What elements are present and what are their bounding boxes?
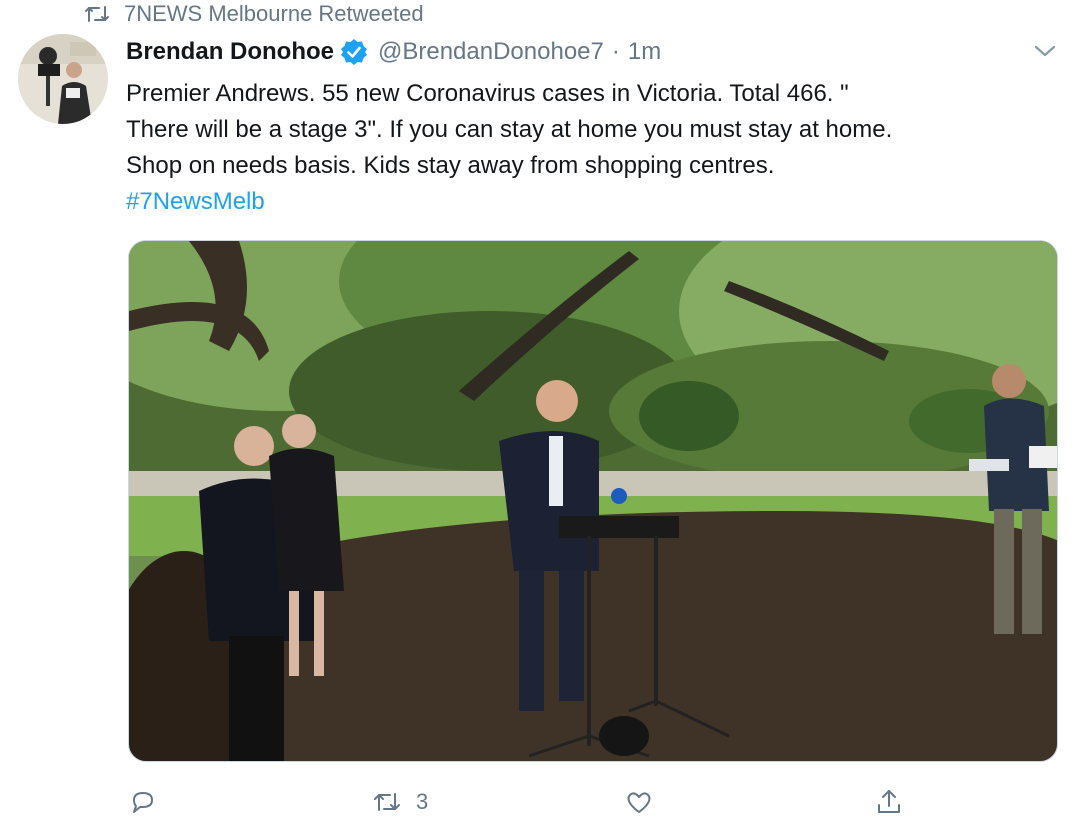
reply-button[interactable] [128,784,158,820]
tweet-text-line: Premier Andrews. 55 new Coronavirus case… [126,80,849,107]
chevron-down-icon[interactable] [1030,36,1060,66]
reply-icon [133,792,153,813]
tweet-text: Premier Andrews. 55 new Coronavirus case… [126,76,1056,220]
verified-badge-icon [341,39,367,65]
tweet-header: Brendan Donohoe @BrendanDonohoe7 · 1m [126,34,661,70]
separator-dot: · [611,38,620,65]
retweet-icon [85,6,109,22]
tweet-card[interactable]: 7NEWS Melbourne Retweeted Brendan Donoho… [0,0,1080,834]
hashtag-link[interactable]: #7NewsMelb [126,184,1056,220]
timestamp[interactable]: 1m [628,38,661,66]
tweet-photo[interactable] [128,240,1058,762]
share-button[interactable] [874,784,904,820]
retweet-context[interactable]: 7NEWS Melbourne Retweeted [84,0,424,28]
like-button[interactable] [624,784,654,820]
tweet-text-line: Shop on needs basis. Kids stay away from… [126,152,775,179]
avatar-image [18,34,108,124]
avatar[interactable] [18,34,108,124]
tweet-text-line: There will be a stage 3". If you can sta… [126,116,893,143]
retweet-count: 3 [416,789,429,814]
heart-icon [627,792,651,813]
retweet-button[interactable]: 3 [372,784,428,820]
user-handle[interactable]: @BrendanDonohoe7 [378,38,604,66]
display-name[interactable]: Brendan Donohoe [126,38,334,66]
retweet-icon [374,793,400,811]
retweet-context-label[interactable]: 7NEWS Melbourne Retweeted [124,1,424,27]
share-icon [878,790,900,813]
press-conference-photo [129,241,1057,761]
